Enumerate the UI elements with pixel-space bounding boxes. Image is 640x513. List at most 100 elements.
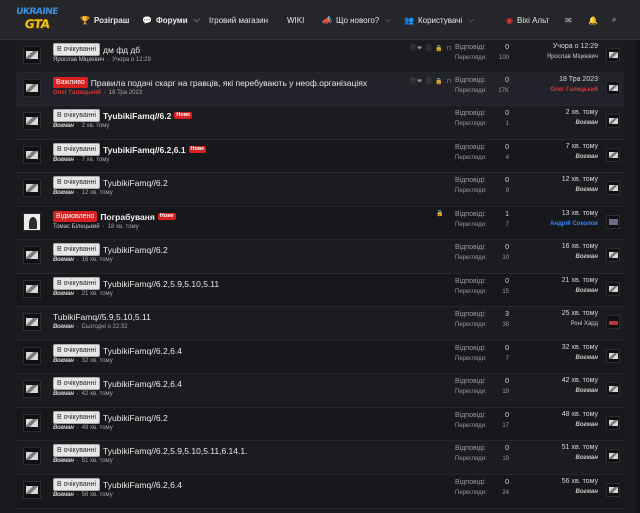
thread-row[interactable]: В очікуванні TyubikiFamq//6.2 Boгмaн · 48 хв… <box>16 408 624 441</box>
thread-start-date[interactable]: 18 хв. тому <box>108 224 139 230</box>
thread-author-avatar[interactable] <box>23 46 41 64</box>
last-poster-avatar[interactable] <box>606 248 620 262</box>
last-post-user[interactable]: Олег Галицький <box>550 87 598 93</box>
alerts-button[interactable]: 🔔 <box>588 0 602 40</box>
thread-prefix-badge[interactable]: В очікуванні <box>53 143 101 156</box>
thread-row[interactable]: В очікуванні TyubikiFamq//6.2 Boгмaн · 12 хв… <box>16 173 624 207</box>
last-poster-avatar[interactable] <box>606 181 620 195</box>
thread-title-link[interactable]: TyubikiFamq//6.2 <box>103 111 171 121</box>
last-post-time[interactable]: 42 хв. тому <box>562 377 598 384</box>
thread-title-link[interactable]: TyubikiFamq//6.2 <box>103 245 168 255</box>
chevron-down-icon[interactable]: ⌵ <box>468 15 474 25</box>
last-post-user[interactable]: Boгмaн <box>576 455 598 461</box>
last-post-user[interactable]: Boгмaн <box>576 120 598 126</box>
thread-start-date[interactable]: 7 хв. тому <box>82 157 110 163</box>
thread-start-date[interactable]: Сьогодні о 22:32 <box>82 324 128 330</box>
last-poster-avatar[interactable] <box>606 215 620 229</box>
thread-row[interactable]: TubikiFamq//5.9,5.10,5.11 Boгмaн · Сьогодні… <box>16 307 624 341</box>
last-poster-avatar[interactable] <box>606 114 620 128</box>
last-post-user[interactable]: Boгмaн <box>576 154 598 160</box>
thread-row[interactable]: В очікуванні TyubikiFamq//6.2,6.4 Boгмaн · 5… <box>16 475 624 509</box>
thread-author[interactable]: Boгмaн <box>53 157 74 163</box>
chevron-down-icon[interactable]: ⌵ <box>194 15 200 25</box>
thread-author[interactable]: Boгмaн <box>53 358 74 364</box>
last-post-time[interactable]: 7 хв. тому <box>566 143 598 150</box>
last-post-time[interactable]: 32 хв. тому <box>562 344 598 351</box>
last-post-user[interactable]: Андрій Соколов <box>550 221 598 227</box>
thread-prefix-badge[interactable]: В очікуванні <box>53 444 101 457</box>
nav-users[interactable]: 👥 Користувачі ⌵ <box>404 0 474 40</box>
thread-title-link[interactable]: TyubikiFamq//6.2,6.4 <box>103 346 182 356</box>
thread-start-date[interactable]: 18 Тра 2023 <box>109 90 142 96</box>
thread-author[interactable]: Boгмaн <box>53 492 74 498</box>
thread-title-link[interactable]: TyubikiFamq//6.2,6.1 <box>103 145 186 155</box>
last-post-time[interactable]: 51 хв. тому <box>562 444 598 451</box>
thread-title-link[interactable]: TyubikiFamq//6.2,5.9,5.10,5.11 <box>103 279 219 289</box>
last-poster-avatar[interactable] <box>606 416 620 430</box>
thread-author-avatar[interactable] <box>23 280 41 298</box>
thread-title-link[interactable]: TyubikiFamq//6.2 <box>103 178 168 188</box>
scrollbar[interactable] <box>636 40 640 513</box>
last-post-time[interactable]: 16 хв. тому <box>562 243 598 250</box>
site-logo[interactable]: UKRAINE GTA <box>15 4 58 36</box>
last-post-time[interactable]: 56 хв. тому <box>562 478 598 485</box>
thread-row[interactable]: Відмовлено Пограбуваня Нове Томас Білецький… <box>16 207 624 240</box>
last-post-user[interactable]: Boгмaн <box>576 355 598 361</box>
last-poster-avatar[interactable] <box>606 81 620 95</box>
thread-start-date[interactable]: 12 хв. тому <box>82 190 113 196</box>
thread-row[interactable]: В очікуванні TyubikiFamq//6.2,6.1 Нове Boгм… <box>16 140 624 173</box>
thread-prefix-badge[interactable]: Відмовлено <box>53 211 98 222</box>
chevron-down-icon[interactable]: ⌵ <box>385 15 391 25</box>
nav-whats-new[interactable]: 📣 Що нового? ⌵ <box>322 0 391 40</box>
last-post-time[interactable]: 12 хв. тому <box>562 176 598 183</box>
thread-prefix-badge[interactable]: В очікуванні <box>53 243 101 256</box>
thread-row[interactable]: В очікуванні TyubikiFamq//6.2,6.4 Boгмaн · 4… <box>16 374 624 408</box>
thread-title-link[interactable]: TyubikiFamq//6.2,6.4 <box>103 379 182 389</box>
thread-author[interactable]: Boгмaн <box>53 324 74 330</box>
thread-start-date[interactable]: 42 хв. тому <box>82 391 113 397</box>
thread-title-link[interactable]: Пограбуваня <box>100 212 155 222</box>
nav-prizes[interactable]: 🏆 Розіграш <box>80 0 129 40</box>
thread-author[interactable]: Boгмaн <box>53 123 74 129</box>
thread-start-date[interactable]: 51 хв. тому <box>82 458 113 464</box>
last-post-user[interactable]: Boгмaн <box>576 187 598 193</box>
thread-prefix-badge[interactable]: Важливо <box>53 77 88 88</box>
last-post-time[interactable]: 13 хв. тому <box>562 210 598 217</box>
thread-author[interactable]: Boгмaн <box>53 190 74 196</box>
last-post-time[interactable]: Учора о 12:29 <box>553 43 598 50</box>
last-poster-avatar[interactable] <box>606 48 620 62</box>
thread-start-date[interactable]: 56 хв. тому <box>82 492 113 498</box>
thread-author-avatar[interactable] <box>23 481 41 499</box>
last-poster-avatar[interactable] <box>606 483 620 497</box>
thread-row[interactable]: В очікуванні TyubikiFamq//6.2,5.9,5.10,5.… <box>16 274 624 307</box>
thread-prefix-badge[interactable]: В очікуванні <box>53 377 101 390</box>
last-post-user[interactable]: Роні Хард <box>571 321 598 327</box>
thread-title-link[interactable]: TyubikiFamq//6.2 <box>103 413 168 423</box>
thread-prefix-badge[interactable]: В очікуванні <box>53 43 101 56</box>
last-poster-avatar[interactable] <box>606 449 620 463</box>
thread-author-avatar[interactable] <box>23 246 41 264</box>
thread-prefix-badge[interactable]: В очікуванні <box>53 277 101 290</box>
last-poster-avatar[interactable] <box>606 148 620 162</box>
thread-author-avatar[interactable] <box>23 112 41 130</box>
last-post-user[interactable]: Boгмaн <box>576 288 598 294</box>
last-poster-avatar[interactable] <box>606 382 620 396</box>
nav-shop[interactable]: Ігровий магазин <box>209 0 268 40</box>
thread-prefix-badge[interactable]: В очікуванні <box>53 411 101 424</box>
thread-title-link[interactable]: TyubikiFamq//6.2,6.4 <box>103 480 182 490</box>
thread-author-avatar[interactable] <box>23 347 41 365</box>
last-post-time[interactable]: 2 хв. тому <box>566 109 598 116</box>
thread-author[interactable]: Ярослав Міцкевич <box>53 57 104 63</box>
last-poster-avatar[interactable] <box>606 282 620 296</box>
thread-start-date[interactable]: 21 хв. тому <box>82 291 113 297</box>
thread-author-avatar[interactable] <box>23 380 41 398</box>
thread-prefix-badge[interactable]: В очікуванні <box>53 109 101 122</box>
thread-prefix-badge[interactable]: В очікуванні <box>53 176 101 189</box>
thread-start-date[interactable]: 16 хв. тому <box>82 257 113 263</box>
search-button[interactable]: ⌕ <box>612 0 620 40</box>
thread-author-avatar[interactable] <box>23 79 41 97</box>
conversations-button[interactable]: ✉ <box>565 0 576 40</box>
last-post-time[interactable]: 25 хв. тому <box>562 310 598 317</box>
thread-author[interactable]: Boгмaн <box>53 291 74 297</box>
thread-prefix-badge[interactable]: В очікуванні <box>53 478 101 491</box>
